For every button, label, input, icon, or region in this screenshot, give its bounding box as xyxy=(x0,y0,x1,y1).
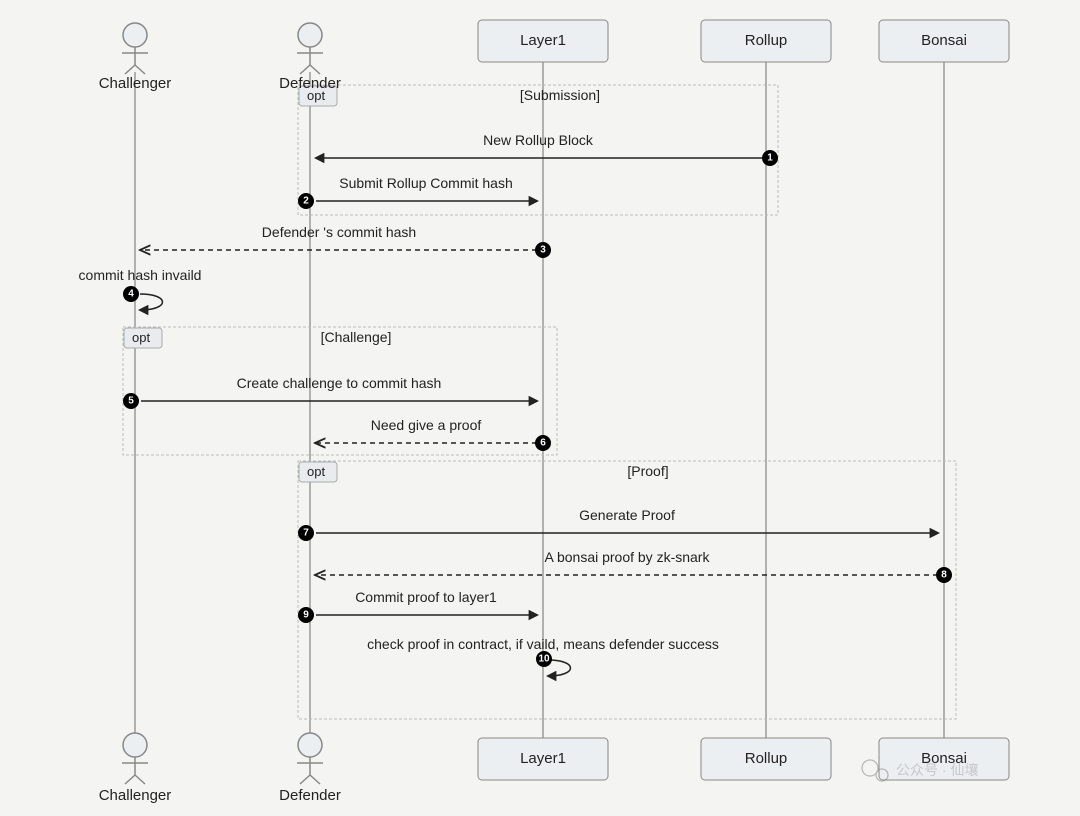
svg-text:1: 1 xyxy=(767,153,773,164)
svg-text:Bonsai: Bonsai xyxy=(921,32,967,49)
svg-text:[Challenge]: [Challenge] xyxy=(321,329,392,345)
svg-text:Defender 's commit hash: Defender 's commit hash xyxy=(262,224,416,240)
message-generate-proof: Generate Proof 7 xyxy=(298,507,938,541)
svg-text:10: 10 xyxy=(538,654,550,665)
message-defender-commit-hash: Defender 's commit hash 3 xyxy=(141,224,551,258)
svg-text:Create challenge to commit has: Create challenge to commit hash xyxy=(237,375,442,391)
participant-rollup-top: Rollup xyxy=(701,20,831,62)
participant-layer1-top: Layer1 xyxy=(478,20,608,62)
message-create-challenge: Create challenge to commit hash 5 xyxy=(123,375,537,409)
svg-text:Layer1: Layer1 xyxy=(520,32,566,49)
svg-text:Layer1: Layer1 xyxy=(520,750,566,767)
participant-layer1-bottom: Layer1 xyxy=(478,738,608,780)
svg-text:Generate Proof: Generate Proof xyxy=(579,507,675,523)
participant-rollup-bottom: Rollup xyxy=(701,738,831,780)
svg-text:Commit proof to layer1: Commit proof to layer1 xyxy=(355,589,497,605)
svg-text:opt: opt xyxy=(132,330,150,345)
svg-text:3: 3 xyxy=(540,245,546,256)
svg-text:Rollup: Rollup xyxy=(745,32,788,49)
svg-text:[Proof]: [Proof] xyxy=(627,463,668,479)
svg-text:A bonsai proof by zk-snark: A bonsai proof by zk-snark xyxy=(545,549,711,565)
message-submit-commit-hash: Submit Rollup Commit hash 2 xyxy=(298,175,537,209)
actor-defender-bottom: Defender xyxy=(279,733,341,804)
svg-text:6: 6 xyxy=(540,438,546,449)
svg-text:9: 9 xyxy=(303,610,309,621)
message-bonsai-proof: A bonsai proof by zk-snark 8 xyxy=(316,549,952,583)
svg-text:[Submission]: [Submission] xyxy=(520,87,600,103)
fragment-submission: opt [Submission] xyxy=(298,85,778,215)
message-commit-hash-invalid: commit hash invaild 4 xyxy=(79,267,202,310)
svg-text:Challenger: Challenger xyxy=(99,75,172,92)
svg-text:Challenger: Challenger xyxy=(99,787,172,804)
svg-text:Defender: Defender xyxy=(279,75,341,92)
participant-bonsai-top: Bonsai xyxy=(879,20,1009,62)
svg-text:2: 2 xyxy=(303,196,309,207)
svg-text:opt: opt xyxy=(307,464,325,479)
svg-text:Submit Rollup Commit hash: Submit Rollup Commit hash xyxy=(339,175,513,191)
svg-text:7: 7 xyxy=(303,528,309,539)
svg-text:8: 8 xyxy=(941,570,947,581)
fragment-challenge: opt [Challenge] xyxy=(123,327,557,455)
svg-text:4: 4 xyxy=(128,289,134,300)
svg-text:Rollup: Rollup xyxy=(745,750,788,767)
actor-defender-top: Defender xyxy=(279,23,341,92)
svg-text:commit hash invaild: commit hash invaild xyxy=(79,267,202,283)
actor-challenger-top: Challenger xyxy=(99,23,172,92)
svg-text:check proof in contract, if va: check proof in contract, if vaild, means… xyxy=(367,636,719,652)
svg-text:Need give a proof: Need give a proof xyxy=(371,417,482,433)
sequence-diagram: opt [Submission] New Rollup Block 1 Subm… xyxy=(0,0,1080,816)
svg-text:New Rollup Block: New Rollup Block xyxy=(483,132,594,148)
svg-text:公众号 · 仙壤: 公众号 · 仙壤 xyxy=(896,762,978,778)
actor-challenger-bottom: Challenger xyxy=(99,733,172,804)
message-new-rollup-block: New Rollup Block 1 xyxy=(316,132,778,166)
svg-text:5: 5 xyxy=(128,396,134,407)
message-need-proof: Need give a proof 6 xyxy=(316,417,551,451)
svg-text:Defender: Defender xyxy=(279,787,341,804)
message-commit-proof: Commit proof to layer1 9 xyxy=(298,589,537,623)
